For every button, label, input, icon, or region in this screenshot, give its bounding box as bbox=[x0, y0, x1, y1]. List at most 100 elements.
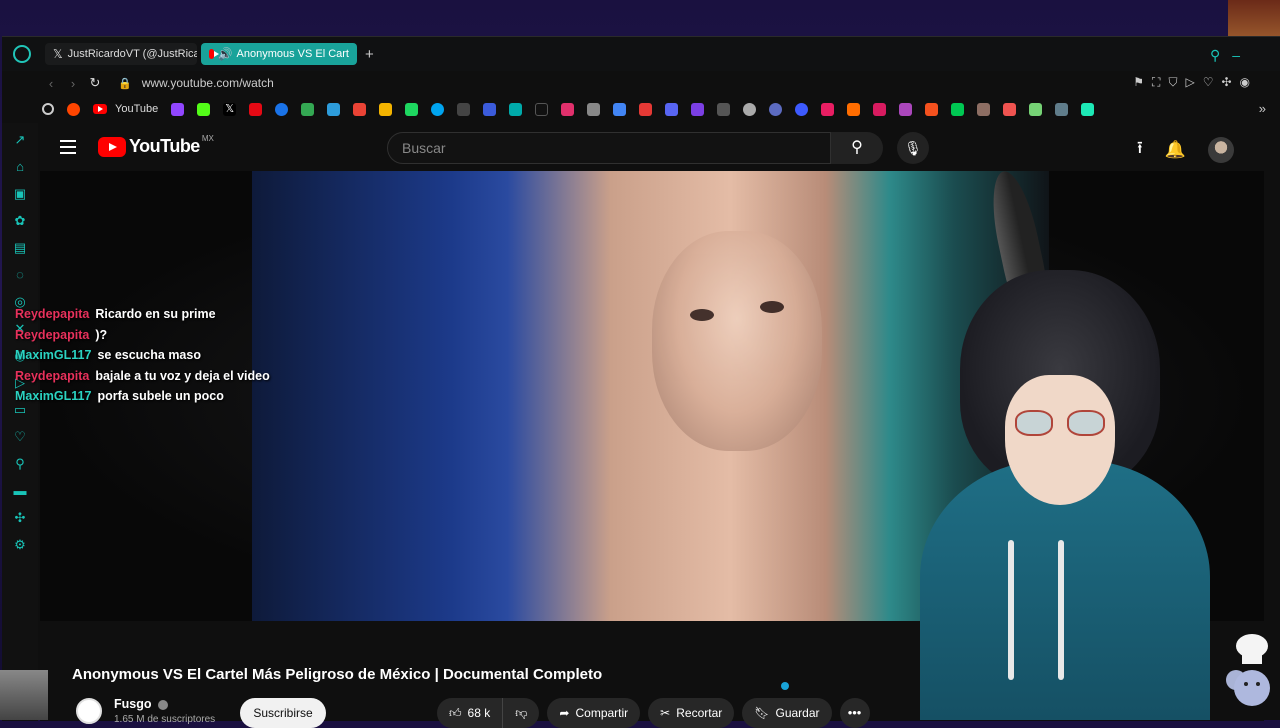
app-icon[interactable] bbox=[431, 102, 445, 116]
app-icon[interactable] bbox=[665, 102, 679, 116]
channel-avatar[interactable] bbox=[76, 698, 102, 724]
profile-icon[interactable]: ◉ bbox=[1240, 75, 1250, 90]
back-button[interactable]: ‹ bbox=[40, 76, 62, 91]
app-icon[interactable] bbox=[691, 102, 705, 116]
instagram-icon[interactable] bbox=[561, 102, 575, 116]
app-icon[interactable] bbox=[1081, 102, 1095, 116]
docs-icon[interactable] bbox=[613, 102, 627, 116]
like-button[interactable]: 👍︎ 68 k bbox=[437, 698, 504, 728]
minimize-button[interactable]: – bbox=[1232, 47, 1240, 64]
photos-icon[interactable] bbox=[327, 102, 341, 116]
browser-sidebar: ↗ ⌂ ▣ ✿ ▤ ◌ ◎ ✕ ◉ ▷ ▭ ♡ ⚲ ▬ ✣ ⚙ bbox=[2, 123, 38, 721]
browser-logo-icon[interactable] bbox=[13, 45, 31, 63]
channel-info: Fusgo 1.65 M de suscriptores bbox=[76, 697, 215, 725]
cloud-icon[interactable] bbox=[509, 102, 523, 116]
chat-username: Reydepapita bbox=[15, 327, 90, 342]
chat-text: se escucha maso bbox=[97, 348, 201, 362]
subscribe-button[interactable]: Suscribirse bbox=[240, 698, 326, 728]
reload-button[interactable]: ↻ bbox=[84, 75, 106, 91]
tab-label: Anonymous VS El Cart bbox=[236, 48, 350, 60]
mask-tattoo-image bbox=[652, 231, 822, 451]
app-icon[interactable] bbox=[743, 102, 757, 116]
share-button[interactable]: ➦ Compartir bbox=[547, 698, 641, 728]
app-icon[interactable] bbox=[951, 102, 965, 116]
gmail-icon[interactable] bbox=[353, 102, 367, 116]
glasses-lens bbox=[1015, 410, 1053, 436]
app-icon[interactable] bbox=[457, 102, 471, 116]
search-input[interactable]: Buscar bbox=[387, 132, 831, 164]
app-icon[interactable] bbox=[847, 102, 861, 116]
extensions-icon[interactable]: ✣ bbox=[11, 509, 29, 527]
channel-name[interactable]: Fusgo bbox=[114, 697, 152, 711]
app-icon[interactable] bbox=[717, 102, 731, 116]
play-icon[interactable]: ▷ bbox=[1185, 75, 1194, 90]
app-icon[interactable] bbox=[483, 102, 497, 116]
shield-icon[interactable]: ⛉ bbox=[1168, 75, 1177, 90]
url-field[interactable]: www.youtube.com/watch bbox=[142, 76, 274, 90]
battery-icon[interactable]: ▬ bbox=[11, 482, 29, 500]
new-tab-button[interactable]: + bbox=[365, 46, 374, 63]
app-icon[interactable] bbox=[405, 102, 419, 116]
app-icon[interactable] bbox=[977, 102, 991, 116]
thumbs-up-icon: 👍︎ bbox=[449, 705, 462, 720]
bookmark-icon: 🔖︎ bbox=[754, 706, 770, 720]
settings-icon[interactable]: ⚙ bbox=[11, 536, 29, 554]
dislike-button[interactable]: 👎︎ bbox=[503, 698, 540, 728]
tiktok-icon[interactable] bbox=[535, 102, 549, 116]
duolingo-icon[interactable] bbox=[1029, 102, 1043, 116]
forward-button[interactable]: › bbox=[62, 76, 84, 91]
play-icon[interactable] bbox=[275, 102, 289, 116]
more-actions-button[interactable]: ••• bbox=[839, 698, 870, 728]
pin-icon[interactable]: ⚲ bbox=[11, 455, 29, 473]
avatar[interactable] bbox=[1208, 136, 1234, 163]
notes-icon[interactable]: ▣ bbox=[11, 185, 29, 203]
ai-icon[interactable]: ⌂ bbox=[11, 158, 29, 176]
chatgpt-icon[interactable]: ✿ bbox=[11, 212, 29, 230]
microphone-icon: 🎙 bbox=[904, 140, 922, 156]
tab-twitter[interactable]: 𝕏 JustRicardoVT (@JustRica bbox=[45, 43, 197, 65]
app-icon[interactable] bbox=[769, 102, 783, 116]
chat-username: MaximGL117 bbox=[15, 348, 92, 362]
search-button[interactable]: ⚲ bbox=[831, 132, 883, 164]
x-icon[interactable]: 𝕏 bbox=[223, 102, 237, 116]
chevron-right-icon[interactable]: » bbox=[1259, 101, 1266, 116]
chat-text: Ricardo en su prime bbox=[95, 307, 216, 321]
screenshot-icon[interactable]: ⛶ bbox=[1152, 75, 1160, 90]
heart-icon[interactable]: ♡ bbox=[11, 428, 29, 446]
twitch-icon[interactable]: ▤ bbox=[11, 239, 29, 257]
kick-icon[interactable] bbox=[197, 102, 211, 116]
save-button[interactable]: 🔖︎ Guardar bbox=[742, 698, 832, 728]
app-icon[interactable] bbox=[795, 102, 809, 116]
refresh-icon[interactable]: ↗ bbox=[11, 131, 29, 149]
clip-button[interactable]: ✂ Recortar bbox=[648, 698, 735, 728]
verified-icon bbox=[157, 699, 168, 710]
heart-icon[interactable]: ♡ bbox=[1203, 75, 1214, 90]
app-icon[interactable] bbox=[925, 102, 939, 116]
bookmark-icon[interactable] bbox=[42, 103, 54, 115]
netflix-icon[interactable] bbox=[249, 102, 263, 116]
bookmark-youtube[interactable]: YouTube bbox=[93, 103, 158, 115]
youtube-logo[interactable]: YouTube MX bbox=[98, 134, 214, 157]
bookmark-youtube-label: YouTube bbox=[115, 103, 159, 115]
app-icon[interactable] bbox=[587, 102, 601, 116]
app-icon[interactable] bbox=[1055, 102, 1069, 116]
audio-icon[interactable] bbox=[379, 102, 393, 116]
menu-icon[interactable] bbox=[60, 140, 76, 158]
whatsapp-icon[interactable]: ◌ bbox=[11, 266, 29, 284]
drive-icon[interactable] bbox=[301, 102, 315, 116]
reddit-icon[interactable] bbox=[67, 102, 80, 116]
app-icon[interactable] bbox=[639, 102, 653, 116]
app-icon[interactable] bbox=[899, 102, 913, 116]
scissors-icon: ✂ bbox=[660, 706, 671, 720]
search-icon[interactable]: ⚲ bbox=[1210, 47, 1220, 64]
like-dislike-group: 👍︎ 68 k 👎︎ bbox=[437, 698, 540, 728]
tab-youtube[interactable]: 🔊 Anonymous VS El Cart bbox=[201, 43, 357, 65]
puzzle-icon[interactable]: ✣ bbox=[1221, 75, 1231, 90]
bell-icon[interactable]: 🔔 bbox=[1165, 140, 1186, 160]
channel-name-row[interactable]: Fusgo bbox=[114, 697, 215, 711]
app-icon[interactable] bbox=[821, 102, 835, 116]
pin-icon[interactable]: ⚑ bbox=[1133, 75, 1144, 90]
app-icon[interactable] bbox=[873, 102, 887, 116]
pocket-icon[interactable] bbox=[1003, 102, 1017, 116]
twitch-icon[interactable] bbox=[171, 102, 185, 116]
